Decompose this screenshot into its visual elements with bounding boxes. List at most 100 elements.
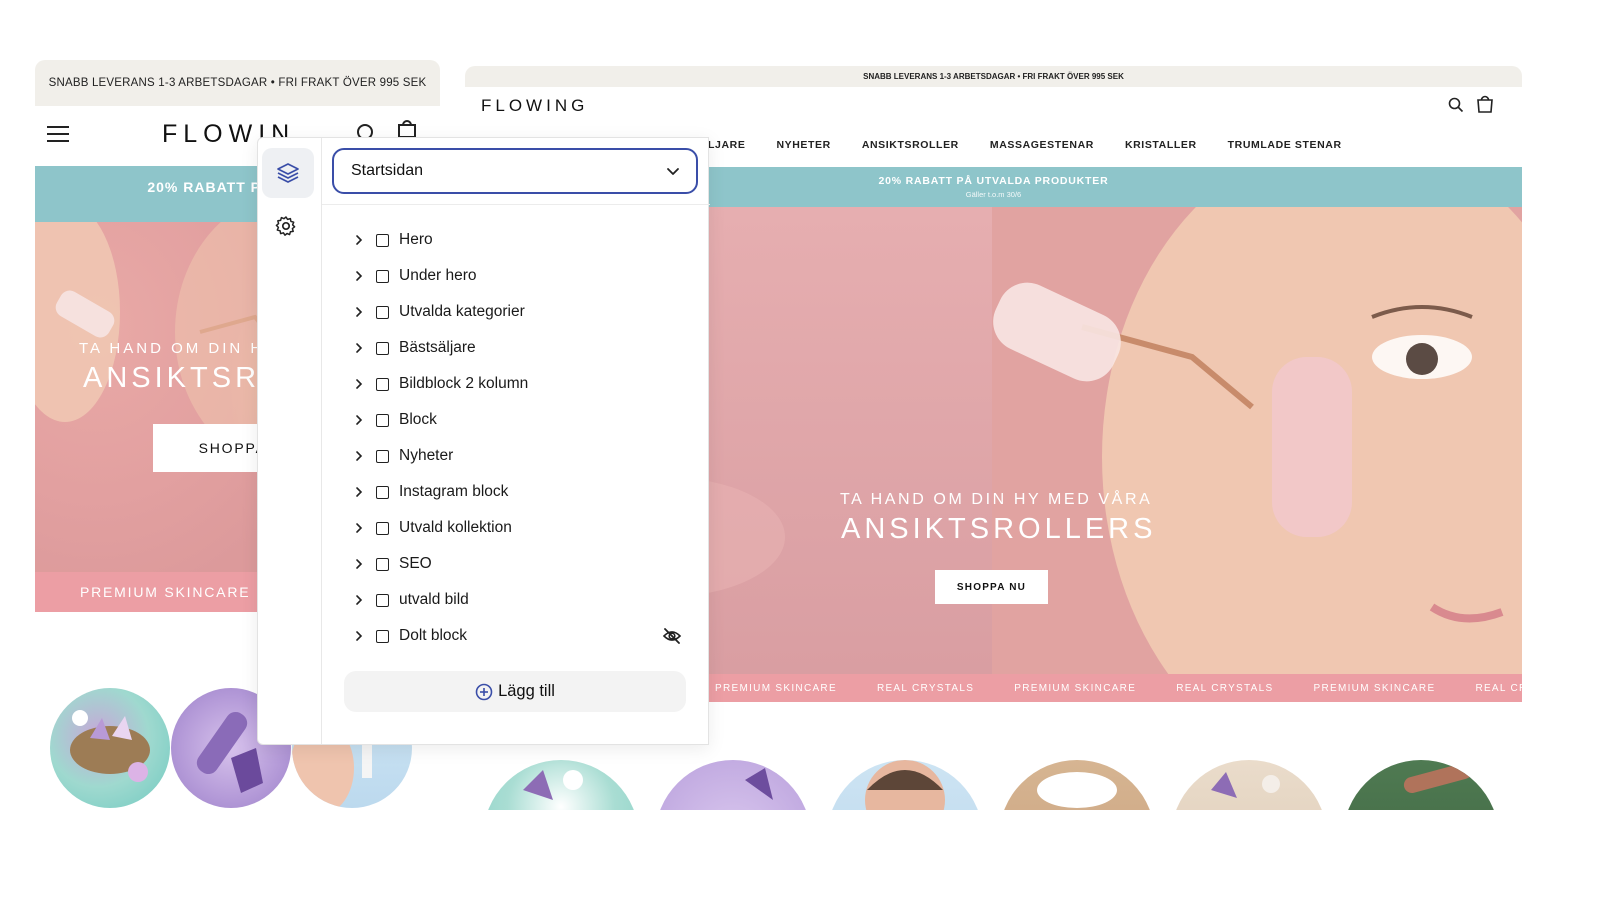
category-circle[interactable] <box>655 760 811 810</box>
section-item[interactable]: Bildblock 2 kolumn <box>352 366 692 402</box>
category-circle[interactable] <box>827 760 983 810</box>
section-item-label: Hero <box>399 231 433 248</box>
checkbox-icon[interactable] <box>376 629 389 643</box>
category-image <box>1211 772 1280 798</box>
editor-side-rail <box>258 138 322 744</box>
nav-item[interactable]: NYHETER <box>776 139 830 151</box>
add-section-button[interactable]: Lägg till <box>344 671 686 712</box>
section-item[interactable]: Utvalda kategorier <box>352 294 692 330</box>
section-item-label: Nyheter <box>399 447 454 464</box>
section-item[interactable]: Hero <box>352 222 692 258</box>
desktop-shop-button[interactable]: SHOPPA NU <box>935 570 1048 604</box>
section-list: Hero Under hero Utvalda kategorier Bästs… <box>352 222 692 654</box>
checkbox-icon[interactable] <box>376 413 389 427</box>
section-item-label: Instagram block <box>399 483 509 500</box>
chevron-right-icon[interactable] <box>352 378 366 390</box>
section-item[interactable]: Under hero <box>352 258 692 294</box>
desktop-logo[interactable]: FLOWING <box>481 96 588 116</box>
desktop-hero-kicker: TA HAND OM DIN HY MED VÅRA <box>840 491 1153 508</box>
chevron-right-icon[interactable] <box>352 306 366 318</box>
section-item-label: utvald bild <box>399 591 469 608</box>
category-circle[interactable] <box>50 688 170 808</box>
chevron-right-icon[interactable] <box>352 234 366 246</box>
marquee-item: REAL CRYSTALS <box>1176 682 1274 694</box>
category-image <box>865 760 945 810</box>
marquee-item: PREMIUM SKINCARE <box>715 682 837 694</box>
add-section-label: Lägg till <box>498 682 555 700</box>
nav-item[interactable]: ANSIKTSROLLER <box>862 139 959 151</box>
category-image <box>523 770 583 800</box>
plus-circle-icon <box>475 683 493 700</box>
section-item[interactable]: Block <box>352 402 692 438</box>
bag-icon[interactable] <box>1476 94 1494 114</box>
section-item-label: Under hero <box>399 267 477 284</box>
mobile-hero-kicker: TA HAND OM DIN H <box>79 340 265 357</box>
page-select-value: Startsidan <box>351 162 424 179</box>
checkbox-icon[interactable] <box>376 269 389 283</box>
section-editor-panel: Startsidan Hero Under hero Utvalda kateg… <box>257 137 710 745</box>
gear-icon[interactable] <box>275 215 297 237</box>
nav-item[interactable]: MASSAGESTENAR <box>990 139 1094 151</box>
page-select-dropdown[interactable]: Startsidan <box>332 148 698 194</box>
chevron-right-icon[interactable] <box>352 342 366 354</box>
chevron-down-icon <box>667 167 679 175</box>
hero-right-image <box>992 207 1522 674</box>
category-image <box>745 768 773 800</box>
section-item[interactable]: Utvald kollektion <box>352 510 692 546</box>
nav-item[interactable]: TRUMLADE STENAR <box>1228 139 1342 151</box>
chevron-right-icon[interactable] <box>352 486 366 498</box>
checkbox-icon[interactable] <box>376 557 389 571</box>
marquee-item: REAL CRYST <box>1475 682 1522 694</box>
menu-icon[interactable] <box>47 126 69 142</box>
desktop-announcement-bar: SNABB LEVERANS 1-3 ARBETSDAGAR • FRI FRA… <box>465 66 1522 87</box>
category-row <box>465 760 1522 810</box>
section-item[interactable]: Instagram block <box>352 474 692 510</box>
category-image <box>1037 772 1117 808</box>
section-item[interactable]: Nyheter <box>352 438 692 474</box>
desktop-hero-title: ANSIKTSROLLERS <box>841 513 1157 545</box>
layers-tab[interactable] <box>262 148 314 198</box>
divider <box>322 204 710 205</box>
layers-icon <box>277 163 299 183</box>
marquee-item: REAL CRYSTALS <box>876 682 975 694</box>
nav-item[interactable]: KRISTALLER <box>1125 139 1197 151</box>
section-item[interactable]: SEO <box>352 546 692 582</box>
search-icon[interactable] <box>1448 97 1464 113</box>
checkbox-icon[interactable] <box>376 485 389 499</box>
section-item-label: SEO <box>399 555 432 572</box>
eye-off-icon[interactable] <box>662 627 682 645</box>
section-item-label: Bildblock 2 kolumn <box>399 375 529 392</box>
category-circle[interactable] <box>1343 760 1499 810</box>
chevron-right-icon[interactable] <box>352 414 366 426</box>
nav-item[interactable]: LJARE <box>708 139 745 151</box>
checkbox-icon[interactable] <box>376 377 389 391</box>
chevron-right-icon[interactable] <box>352 630 366 642</box>
checkbox-icon[interactable] <box>376 593 389 607</box>
chevron-right-icon[interactable] <box>352 558 366 570</box>
chevron-right-icon[interactable] <box>352 450 366 462</box>
checkbox-icon[interactable] <box>376 233 389 247</box>
category-circle[interactable] <box>1171 760 1327 810</box>
category-circle[interactable] <box>483 760 639 810</box>
marquee-item: PREMIUM SKINCARE <box>1014 682 1137 694</box>
chevron-right-icon[interactable] <box>352 522 366 534</box>
section-item-label: Block <box>399 411 437 428</box>
mobile-announcement-bar: SNABB LEVERANS 1-3 ARBETSDAGAR • FRI FRA… <box>35 60 440 106</box>
section-item-label: Utvald kollektion <box>399 519 512 536</box>
chevron-right-icon[interactable] <box>352 270 366 282</box>
category-circle[interactable] <box>999 760 1155 810</box>
checkbox-icon[interactable] <box>376 341 389 355</box>
section-item[interactable]: utvald bild <box>352 582 692 618</box>
section-item-label: Dolt block <box>399 627 468 644</box>
category-image <box>1403 763 1473 793</box>
chevron-right-icon[interactable] <box>352 594 366 606</box>
marquee-item: PREMIUM SKINCARE <box>1313 682 1436 694</box>
category-image <box>70 710 150 782</box>
checkbox-icon[interactable] <box>376 521 389 535</box>
desktop-nav: LJARE NYHETER ANSIKTSROLLER MASSAGESTENA… <box>708 139 1373 151</box>
checkbox-icon[interactable] <box>376 305 389 319</box>
section-item-label: Utvalda kategorier <box>399 303 525 320</box>
section-item[interactable]: Bästsäljare <box>352 330 692 366</box>
checkbox-icon[interactable] <box>376 449 389 463</box>
section-item-hidden[interactable]: Dolt block <box>352 618 692 654</box>
